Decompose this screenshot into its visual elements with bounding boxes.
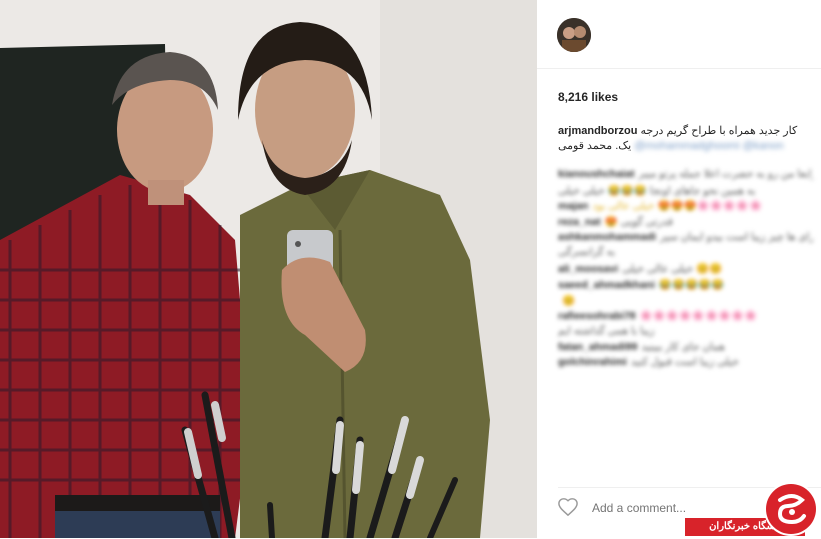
comment-username[interactable]: saeed_ahmadkhani (558, 279, 655, 291)
comment-item: به همین نحو جاهای اونجا 😂😂😂 خیلی خیلی (558, 184, 813, 200)
watermark-logo (766, 484, 816, 534)
avatar[interactable] (557, 18, 591, 52)
comment-item: kianoushchaiat رابعا من رو به حضرت اعلا ج… (558, 168, 813, 184)
comment-item: rafieesohrabi78 🌸🌸🌸🌸🌸🌸🌸🌸🌸 (558, 309, 813, 325)
comment-item: saeed_ahmadkhani 😂😂😂😂😂 (558, 278, 813, 294)
comment-text: به همین نحو جاهای اونجا 😂😂😂 خیلی خیلی (558, 184, 756, 197)
logo-glyph-icon (777, 494, 806, 525)
caption-username[interactable]: arjmandborzou (558, 125, 637, 137)
comment-username[interactable]: kianoushchaiat (558, 168, 634, 180)
comment-username[interactable]: ali_moosavi (558, 263, 618, 275)
comment-username[interactable]: rafieesohrabi78 (558, 310, 636, 322)
comment-text: به گرانسرگی (558, 246, 616, 259)
comment-text: 🌸🌸🌸🌸🌸🌸🌸🌸🌸 (639, 310, 758, 323)
photo-illustration (0, 0, 537, 538)
comments-list: kianoushchaiat رابعا من رو به حضرت اعلا ج… (558, 168, 813, 372)
comment-text: 😂😂😂😂😂 (658, 278, 725, 291)
comment-item: ashkanmohammadi رای ها چیز زیبا است بیدو … (558, 231, 813, 247)
comment-item: majan خیلی عالی بود 😍😍😍🌸🌸🌸🌸🌸 (558, 199, 813, 215)
post-side-panel: 8,216 likes arjmandborzou کار جدید همراه… (537, 0, 821, 538)
comment-item: 😊 (558, 294, 813, 310)
comment-item: fatan_ahmadi99 همان جای کار ببینید (558, 341, 813, 357)
post-photo[interactable] (0, 0, 537, 538)
comment-username[interactable]: ashkanmohammadi (558, 231, 656, 243)
comment-username[interactable]: golchinrahimi (558, 356, 627, 368)
heart-icon[interactable] (557, 497, 579, 522)
comment-username[interactable]: reza_nat (558, 216, 601, 228)
comment-item: reza_nat 😍 قدرتی گویی (558, 215, 813, 231)
comment-text: رابعا من رو به حضرت اعلا جمله پرتو میبر (638, 168, 813, 180)
comment-item: زیبا با همی گذاشته ایم (558, 325, 813, 341)
comment-text: خیلی عالی خیلی 😊😊 (622, 263, 723, 276)
comment-text: خیلی عالی بود 😍😍😍🌸🌸🌸🌸🌸 (592, 200, 763, 213)
comment-item: golchinrahimi خیلی زیبا است قبول کنید (558, 356, 813, 372)
comment-text: خیلی زیبا است قبول کنید (630, 356, 739, 369)
post-header (537, 0, 821, 69)
post-caption: arjmandborzou کار جدید همراه با طراح گری… (558, 124, 803, 154)
comment-text: 😍 قدرتی گویی (604, 216, 673, 229)
comment-username[interactable]: fatan_ahmadi99 (558, 341, 637, 353)
comment-text: همان جای کار ببینید (641, 340, 725, 353)
comment-item: ali_moosavi خیلی عالی خیلی 😊😊 (558, 262, 813, 278)
add-comment-input[interactable] (590, 500, 774, 516)
comment-text: زیبا با همی گذاشته ایم (558, 324, 655, 337)
comment-username[interactable]: majan (558, 200, 588, 212)
avatar-image (557, 18, 591, 52)
comment-text: 😊 (562, 294, 576, 307)
comment-item: به گرانسرگی (558, 246, 813, 262)
likes-count[interactable]: 8,216 likes (558, 90, 618, 104)
caption-mention[interactable]: @mohammadghoomi @kanon (634, 140, 784, 152)
comment-text: رای ها چیز زیبا است بیدو ایمان سپر (660, 230, 813, 243)
